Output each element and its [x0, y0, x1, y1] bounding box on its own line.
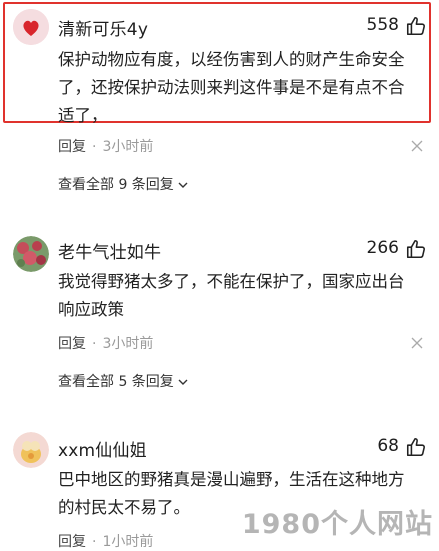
- avatar[interactable]: [13, 432, 49, 468]
- chevron-down-icon: [178, 182, 188, 188]
- thumbs-up-icon[interactable]: [405, 238, 427, 260]
- avatar-cartoon-icon: [13, 432, 49, 468]
- reply-button[interactable]: 回复: [58, 139, 86, 155]
- reply-row: 回复 · 3小时前: [58, 136, 153, 156]
- username[interactable]: 老牛气壮如牛: [58, 238, 161, 263]
- comment-text: 保护动物应有度，以经伤害到人的财产生命安全了，还按保护动法则来判这件事是不是有点…: [58, 50, 405, 125]
- separator: ·: [92, 336, 97, 352]
- like-count: 558: [366, 15, 399, 35]
- view-all-replies-button[interactable]: 查看全部 9 条回复: [58, 174, 188, 194]
- like-count: 68: [377, 436, 399, 456]
- reply-button[interactable]: 回复: [58, 534, 86, 550]
- watermark: 1980个人网站: [241, 509, 433, 540]
- avatar[interactable]: [13, 9, 49, 45]
- separator: ·: [92, 534, 97, 550]
- avatar[interactable]: [13, 236, 49, 272]
- view-all-replies-button[interactable]: 查看全部 5 条回复: [58, 371, 188, 391]
- avatar-heart-icon: [13, 9, 49, 45]
- timestamp: 3小时前: [102, 336, 154, 352]
- thumbs-up-icon[interactable]: [405, 15, 427, 37]
- avatar-flower-icon: [13, 236, 49, 272]
- like-count: 266: [366, 238, 399, 258]
- thumbs-up-icon[interactable]: [405, 436, 427, 458]
- view-all-label: 查看全部 9 条回复: [58, 177, 174, 193]
- comment-text: 我觉得野猪太多了，不能在保护了，国家应出台响应政策: [58, 272, 405, 319]
- username[interactable]: xxm仙仙姐: [58, 436, 147, 461]
- reply-row: 回复 · 3小时前: [58, 333, 153, 353]
- reply-button[interactable]: 回复: [58, 336, 86, 352]
- chevron-down-icon: [178, 379, 188, 385]
- close-icon[interactable]: [411, 140, 423, 152]
- reply-row: 回复 · 1小时前: [58, 531, 153, 551]
- close-icon[interactable]: [411, 337, 423, 349]
- timestamp: 3小时前: [102, 139, 154, 155]
- view-all-label: 查看全部 5 条回复: [58, 374, 174, 390]
- username[interactable]: 清新可乐4y: [58, 15, 148, 40]
- timestamp: 1小时前: [102, 534, 154, 550]
- separator: ·: [92, 139, 97, 155]
